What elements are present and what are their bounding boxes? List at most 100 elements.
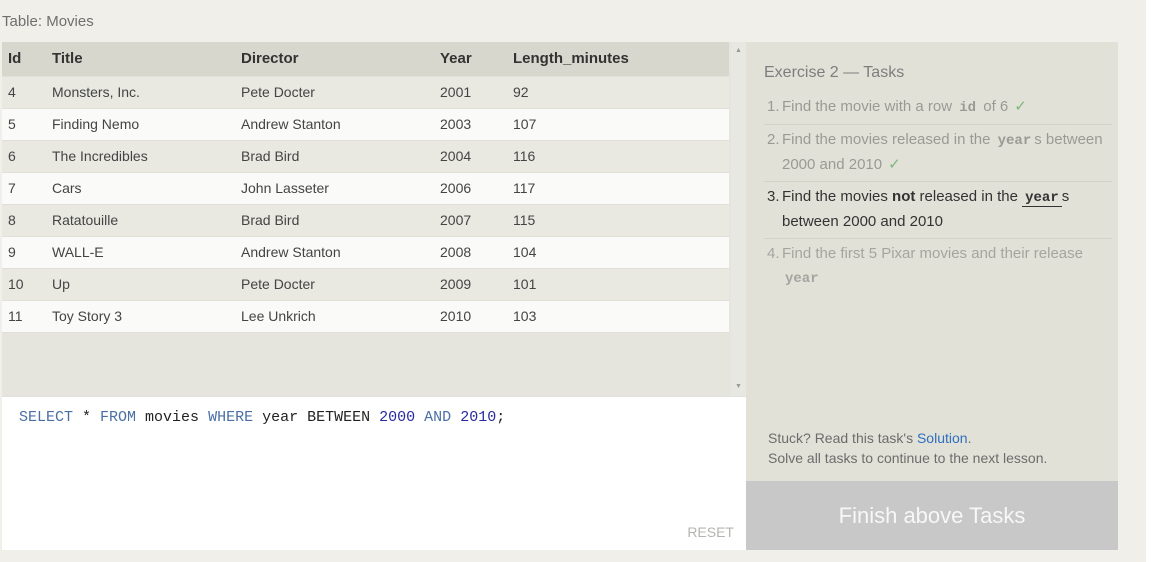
cell-id: 6 xyxy=(2,140,52,173)
task-text: Find the movies released in the xyxy=(782,131,995,148)
cell-director: Brad Bird xyxy=(241,140,440,173)
cell-length: 107 xyxy=(513,108,729,141)
cell-title: Toy Story 3 xyxy=(52,300,241,333)
cell-director: Brad Bird xyxy=(241,204,440,237)
sql-editor[interactable]: SELECT * FROM movies WHERE year BETWEEN … xyxy=(2,396,746,550)
sql-token: * xyxy=(73,409,101,426)
cell-title: WALL-E xyxy=(52,236,241,269)
sql-token: 2000 xyxy=(379,409,416,426)
cell-director: Pete Docter xyxy=(241,76,440,109)
column-keyword: year xyxy=(997,133,1032,149)
task-item: 4. Find the first 5 Pixar movies and thei… xyxy=(764,239,1112,295)
cell-length: 104 xyxy=(513,236,729,269)
cell-year: 2008 xyxy=(440,236,513,269)
cell-length: 116 xyxy=(513,140,729,173)
table-row: 6 The Incredibles Brad Bird 2004 116 xyxy=(2,140,729,173)
stuck-suffix: . xyxy=(967,430,972,446)
table-row: 11 Toy Story 3 Lee Unkrich 2010 103 xyxy=(2,300,729,333)
cell-year: 2009 xyxy=(440,268,513,301)
cell-id: 5 xyxy=(2,108,52,141)
table-header-row: Id Title Director Year Length_minutes xyxy=(2,42,729,77)
sql-token: year xyxy=(253,409,308,426)
sql-token: ; xyxy=(496,409,506,426)
table-row: 9 WALL-E Andrew Stanton 2008 104 xyxy=(2,236,729,269)
sql-token: WHERE xyxy=(208,409,254,426)
task-text: released in the xyxy=(915,188,1023,205)
column-keyword: id xyxy=(959,100,977,116)
task-text: of 6 xyxy=(979,98,1009,115)
cell-title: Finding Nemo xyxy=(52,108,241,141)
exercise-title: Exercise 2 — Tasks xyxy=(764,64,905,81)
cell-director: John Lasseter xyxy=(241,172,440,205)
column-header-id: Id xyxy=(2,42,52,77)
reset-button[interactable]: RESET xyxy=(687,524,734,540)
triangle-up-icon[interactable]: ▲ xyxy=(731,44,746,58)
cell-title: Cars xyxy=(52,172,241,205)
cell-year: 2004 xyxy=(440,140,513,173)
sql-token: 2010 xyxy=(460,409,497,426)
results-panel: Id Title Director Year Length_minutes 4M… xyxy=(2,42,746,396)
task-number: 3. xyxy=(767,188,780,205)
tasks-panel: Exercise 2 — Tasks 1. Find the movie with… xyxy=(746,42,1118,481)
table-row: 8 Ratatouille Brad Bird 2007 115 xyxy=(2,204,729,237)
cell-length: 101 xyxy=(513,268,729,301)
cell-director: Pete Docter xyxy=(241,268,440,301)
cell-id: 9 xyxy=(2,236,52,269)
column-header-title: Title xyxy=(52,42,241,77)
cell-title: The Incredibles xyxy=(52,140,241,173)
solution-link[interactable]: Solution xyxy=(917,430,968,446)
task-number: 2. xyxy=(767,131,780,148)
column-header-length: Length_minutes xyxy=(513,42,729,77)
cell-year: 2001 xyxy=(440,76,513,109)
task-text: Find the movies xyxy=(782,188,893,205)
sql-token: FROM xyxy=(100,409,137,426)
checkmark-icon: ✓ xyxy=(1014,98,1027,115)
help-text: Stuck? Read this task's Solution. Solve … xyxy=(768,428,1047,468)
cell-length: 92 xyxy=(513,76,729,109)
checkmark-icon: ✓ xyxy=(888,156,901,173)
page-edge xyxy=(1146,0,1157,562)
task-text: Find the first 5 Pixar movies and their … xyxy=(782,245,1083,262)
finish-tasks-button[interactable]: Finish above Tasks xyxy=(746,481,1118,550)
cell-length: 117 xyxy=(513,172,729,205)
task-item: 3. Find the movies not released in the ye… xyxy=(764,182,1112,239)
cell-id: 7 xyxy=(2,172,52,205)
task-number: 1. xyxy=(767,98,780,115)
cell-year: 2007 xyxy=(440,204,513,237)
task-item: 1. Find the movie with a row id of 6 ✓ xyxy=(764,92,1112,125)
cell-year: 2003 xyxy=(440,108,513,141)
table-row: 4 Monsters, Inc. Pete Docter 2001 92 xyxy=(2,76,729,109)
task-list: 1. Find the movie with a row id of 6 ✓ 2. Fi… xyxy=(764,92,1112,295)
column-keyword: year xyxy=(785,271,819,287)
table-row: 7 Cars John Lasseter 2006 117 xyxy=(2,172,729,205)
cell-length: 115 xyxy=(513,204,729,237)
stuck-prefix: Stuck? Read this task's xyxy=(768,430,917,446)
cell-year: 2006 xyxy=(440,172,513,205)
cell-title: Ratatouille xyxy=(52,204,241,237)
results-table: Id Title Director Year Length_minutes 4M… xyxy=(2,42,729,333)
column-keyword: year xyxy=(1022,190,1062,207)
task-item: 2. Find the movies released in the year s … xyxy=(764,125,1112,182)
triangle-down-icon[interactable]: ▼ xyxy=(731,380,746,394)
cell-director: Andrew Stanton xyxy=(241,236,440,269)
cell-director: Andrew Stanton xyxy=(241,108,440,141)
cell-length: 103 xyxy=(513,300,729,333)
cell-title: Up xyxy=(52,268,241,301)
emphasis-text: not xyxy=(892,188,916,205)
table-scrollbar[interactable]: ▲ ▼ xyxy=(731,42,746,396)
table-row: 5 Finding Nemo Andrew Stanton 2003 107 xyxy=(2,108,729,141)
cell-id: 10 xyxy=(2,268,52,301)
table-row: 10 Up Pete Docter 2009 101 xyxy=(2,268,729,301)
column-header-director: Director xyxy=(241,42,440,77)
cell-id: 4 xyxy=(2,76,52,109)
sql-token: BETWEEN xyxy=(307,409,371,426)
task-number: 4. xyxy=(767,245,780,262)
sql-query-text[interactable]: SELECT * FROM movies WHERE year BETWEEN … xyxy=(19,409,505,426)
cell-id: 11 xyxy=(2,300,52,333)
task-text: Find the movie with a row xyxy=(782,98,957,115)
cell-director: Lee Unkrich xyxy=(241,300,440,333)
cell-year: 2010 xyxy=(440,300,513,333)
